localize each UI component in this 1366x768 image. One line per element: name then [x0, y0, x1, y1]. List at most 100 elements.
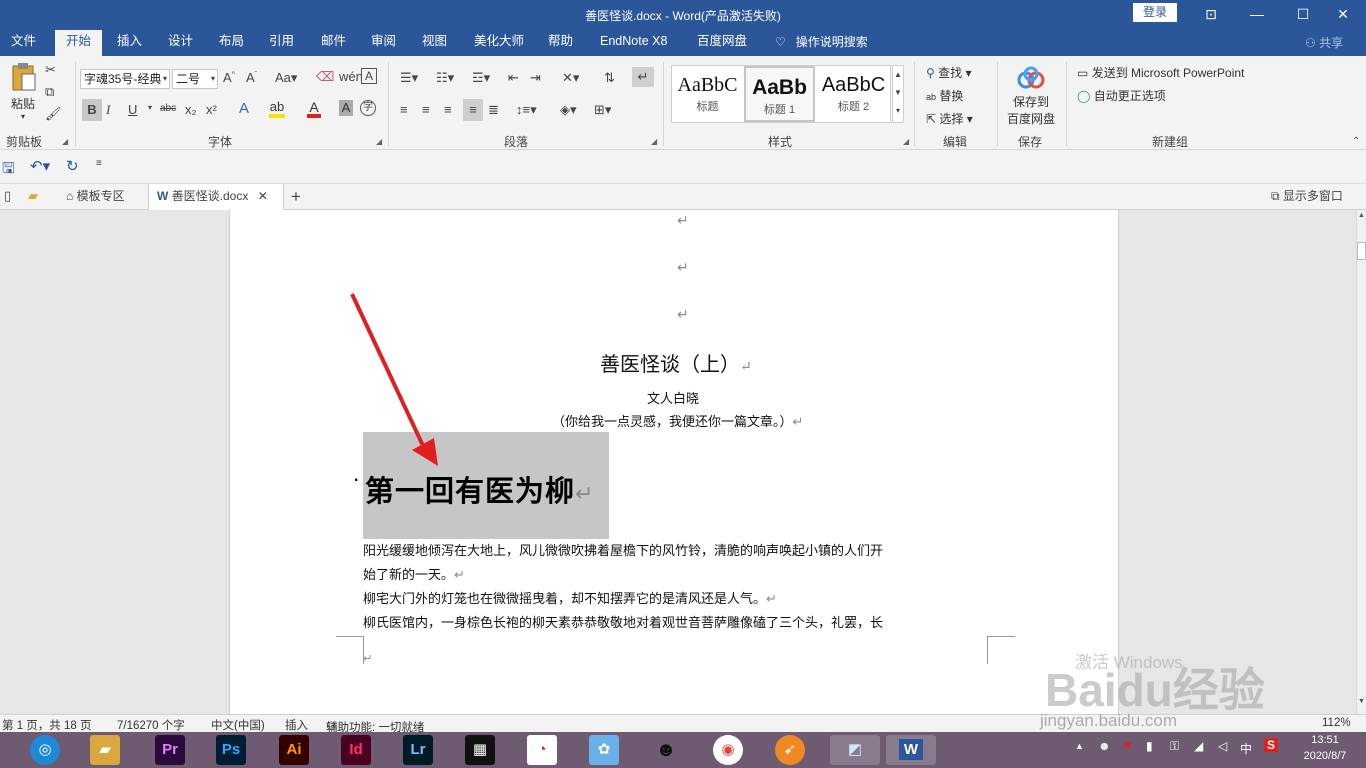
chapter-heading[interactable]: 第一回有医为柳↵ — [365, 468, 594, 510]
send-to-powerpoint-button[interactable]: ▭ 发送到 Microsoft PowerPoint — [1077, 64, 1244, 81]
qq-app-icon[interactable]: ☻ — [651, 735, 681, 765]
word-count[interactable]: 7/16270 个字 — [117, 717, 185, 733]
page-count[interactable]: 第 1 页，共 18 页 — [2, 717, 91, 733]
autocorrect-options-button[interactable]: ◯ 自动更正选项 — [1077, 87, 1166, 104]
char-shading-icon[interactable]: A — [339, 100, 353, 116]
customize-qat-icon[interactable]: ≡ — [96, 158, 102, 169]
font-color-icon[interactable]: A — [307, 100, 321, 118]
grow-font-icon[interactable]: A^ — [223, 70, 235, 85]
author-line[interactable]: 文人白晓 — [647, 388, 699, 407]
phonetic-guide-icon[interactable]: wén — [339, 69, 363, 84]
video-editor-icon[interactable]: ▦ — [465, 735, 495, 765]
copy-icon[interactable]: ⧉ — [45, 84, 54, 100]
template-tab[interactable]: ⌂ 模板专区 — [56, 184, 135, 210]
zoom-level[interactable]: 112% — [1322, 717, 1351, 729]
battery-icon[interactable]: ▮ — [1146, 739, 1153, 753]
folder-icon[interactable]: ▰ — [28, 188, 38, 204]
wifi-icon[interactable]: ◢ — [1194, 739, 1203, 753]
change-case-icon[interactable]: Aa▾ — [275, 70, 297, 86]
ime-indicator[interactable]: 中 — [1240, 740, 1252, 757]
line-spacing-icon[interactable]: ↕≡▾ — [516, 102, 537, 118]
share-button[interactable]: ⚇ 共享 — [1305, 34, 1343, 51]
chrome-app-icon[interactable]: ◉ — [713, 735, 743, 765]
body-paragraph[interactable]: 柳宅大门外的灯笼也在微微摇曳着，却不知摆弄它的是清风还是人气。↵ — [363, 588, 777, 607]
scroll-down-icon[interactable]: ▼ — [1358, 698, 1365, 705]
multi-window-button[interactable]: ⧉ 显示多窗口 — [1271, 184, 1343, 210]
style-title[interactable]: AaBbC 标题 — [672, 66, 743, 122]
enclose-char-icon[interactable]: 字 — [360, 100, 376, 116]
decrease-indent-icon[interactable]: ⇤ — [508, 70, 519, 86]
superscript-button[interactable]: x² — [206, 102, 217, 117]
ribbon-display-options-icon[interactable]: ⊡ — [1188, 0, 1234, 30]
bullets-icon[interactable]: ☰▾ — [400, 70, 418, 86]
font-launcher-icon[interactable]: ◢ — [376, 137, 382, 146]
underline-dropdown-icon[interactable]: ▾ — [148, 103, 152, 112]
save-icon[interactable]: 🖫 — [2, 158, 15, 183]
new-document-icon[interactable]: ▯ — [4, 188, 11, 204]
styles-scroll-icon[interactable]: ▲ ▼ ▾ — [892, 65, 904, 123]
tab-review[interactable]: 审阅 — [360, 30, 407, 56]
close-icon[interactable]: ✕ — [258, 189, 268, 203]
shading-icon[interactable]: ◈▾ — [560, 102, 577, 118]
clock-time[interactable]: 13:51 — [1294, 734, 1356, 746]
redo-icon[interactable]: ↻ — [66, 157, 79, 175]
paste-button[interactable]: 粘贴 ▾ — [6, 62, 40, 124]
lightroom-app-icon[interactable]: Lr — [403, 735, 433, 765]
tab-design[interactable]: 设计 — [157, 30, 204, 56]
vertical-scrollbar[interactable]: ▲ ▼ — [1356, 210, 1366, 714]
align-left-icon[interactable]: ≡ — [400, 102, 408, 117]
tab-layout[interactable]: 布局 — [208, 30, 255, 56]
body-paragraph[interactable]: 始了新的一天。↵ — [363, 564, 465, 583]
text-effects-icon[interactable]: A — [239, 100, 249, 117]
char-border-icon[interactable]: A — [361, 68, 377, 84]
body-paragraph[interactable]: 阳光缓缓地倾泻在大地上，风儿微微吹拂着屋檐下的风竹铃，清脆的响声唤起小镇的人们开 — [363, 540, 883, 559]
italic-button[interactable]: I — [106, 102, 110, 118]
style-heading-1[interactable]: AaBb 标题 1 — [744, 66, 815, 122]
style-heading-2[interactable]: AaBbC 标题 2 — [818, 66, 889, 122]
tab-mailings[interactable]: 邮件 — [310, 30, 357, 56]
bold-button[interactable]: B — [82, 99, 102, 121]
select-button[interactable]: ⇱ 选择 ▾ — [926, 110, 973, 127]
collapse-ribbon-icon[interactable]: ⌃ — [1352, 136, 1360, 147]
illustrator-app-icon[interactable]: Ai — [279, 735, 309, 765]
browser-app-icon[interactable]: ◎ — [30, 735, 60, 765]
tab-help[interactable]: 帮助 — [537, 30, 584, 56]
find-button[interactable]: ⚲ 查找 ▾ — [926, 64, 972, 81]
cut-icon[interactable]: ✂ — [45, 62, 56, 78]
notes-app-icon[interactable]: ◩ — [830, 735, 880, 765]
save-to-baidu-button[interactable]: 保存到 百度网盘 — [1005, 66, 1057, 127]
premiere-app-icon[interactable]: Pr — [155, 735, 185, 765]
strikethrough-button[interactable]: abc — [160, 103, 176, 114]
align-center-icon[interactable]: ≡ — [422, 102, 430, 117]
show-marks-icon[interactable]: ↵ — [632, 67, 654, 87]
close-button[interactable]: ✕ — [1320, 0, 1366, 30]
network-warning-icon[interactable]: ⚑ — [1122, 739, 1133, 753]
subscript-button[interactable]: x₂ — [185, 102, 197, 117]
qq-tray-icon[interactable]: ☻ — [1098, 739, 1111, 753]
document-title[interactable]: 善医怪谈（上）↵ — [600, 348, 752, 377]
add-tab-button[interactable]: + — [291, 184, 301, 210]
subtitle-line[interactable]: （你给我一点灵感，我便还你一篇文章。）↵ — [552, 411, 803, 430]
tab-view[interactable]: 视图 — [411, 30, 458, 56]
insert-mode-indicator[interactable]: 插入 — [285, 717, 308, 733]
file-explorer-icon[interactable]: ▰ — [90, 735, 120, 765]
styles-launcher-icon[interactable]: ◢ — [903, 137, 909, 146]
font-size-combo[interactable]: 二号 ▾ — [172, 69, 218, 89]
body-paragraph[interactable]: 柳氏医馆内，一身棕色长袍的柳天素恭恭敬敬地对着观世音菩萨雕像磕了三个头，礼罢，长 — [363, 612, 883, 631]
align-right-icon[interactable]: ≡ — [444, 102, 452, 117]
sort-icon[interactable]: ⇅ — [604, 70, 615, 86]
format-painter-icon[interactable]: 🖌 — [45, 106, 62, 122]
tab-file[interactable]: 文件 — [0, 30, 47, 56]
increase-indent-icon[interactable]: ⇥ — [530, 70, 541, 86]
borders-icon[interactable]: ⊞▾ — [594, 102, 611, 118]
language-indicator[interactable]: 中文(中国) — [211, 717, 265, 733]
tab-beautify[interactable]: 美化大师 — [463, 30, 535, 56]
usb-icon[interactable]: ⚿ — [1170, 739, 1179, 754]
indesign-app-icon[interactable]: Id — [341, 735, 371, 765]
justify-icon[interactable]: ≡ — [463, 99, 483, 121]
font-name-combo[interactable]: 字魂35号-经典 ▾ — [80, 69, 170, 89]
current-doc-tab[interactable]: W 善医怪谈.docx ✕ — [148, 184, 284, 210]
tab-baidu-netdisk[interactable]: 百度网盘 — [686, 30, 758, 56]
chart-app-icon[interactable]: ◔ — [527, 735, 557, 765]
tab-endnote[interactable]: EndNote X8 — [589, 30, 678, 56]
